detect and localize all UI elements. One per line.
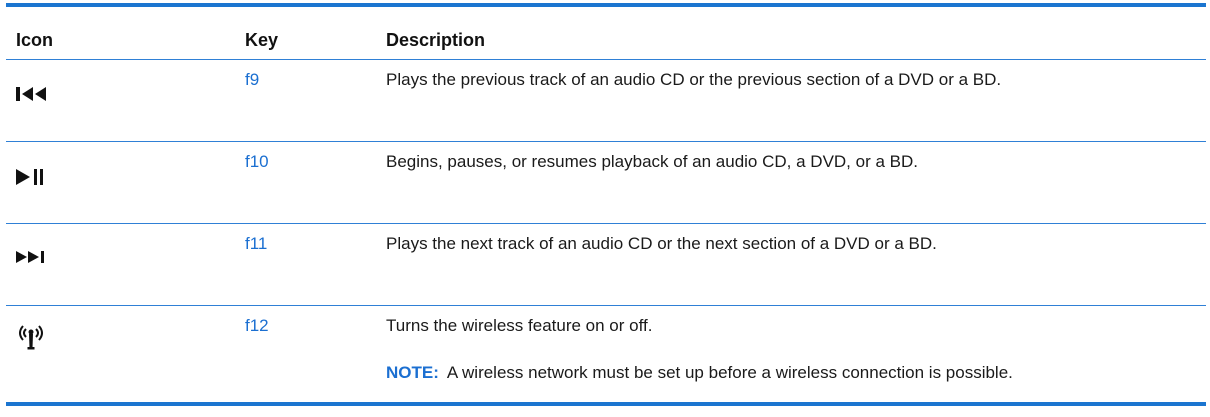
previous-track-icon: [16, 86, 50, 102]
description-text: Begins, pauses, or resumes playback of a…: [386, 152, 918, 171]
table-row: f11 Plays the next track of an audio CD …: [6, 224, 1206, 305]
table-header-row: Icon Key Description: [6, 7, 1206, 59]
header-key: Key: [245, 30, 279, 50]
table-row: f12 Turns the wireless feature on or off…: [6, 306, 1206, 402]
note-label: NOTE:: [386, 363, 439, 382]
note: NOTE: A wireless network must be set up b…: [386, 363, 1013, 383]
table-row: f10 Begins, pauses, or resumes playback …: [6, 142, 1206, 223]
table-row: f9 Plays the previous track of an audio …: [6, 60, 1206, 141]
table-bottom-rule: [6, 402, 1206, 406]
key-f11: f11: [245, 234, 268, 253]
header-icon: Icon: [16, 30, 54, 50]
wireless-icon: [16, 324, 46, 350]
function-key-table: Icon Key Description f9 Plays the previo…: [6, 3, 1206, 406]
play-pause-icon: [16, 168, 46, 186]
description-text: Plays the next track of an audio CD or t…: [386, 234, 937, 253]
key-f12: f12: [245, 316, 269, 335]
description-text: Plays the previous track of an audio CD …: [386, 70, 1002, 89]
key-f10: f10: [245, 152, 269, 171]
next-track-icon: [16, 250, 46, 264]
note-text: A wireless network must be set up before…: [446, 363, 1013, 382]
header-description: Description: [386, 30, 486, 50]
description-text: Turns the wireless feature on or off.: [386, 316, 653, 335]
key-f9: f9: [245, 70, 260, 89]
